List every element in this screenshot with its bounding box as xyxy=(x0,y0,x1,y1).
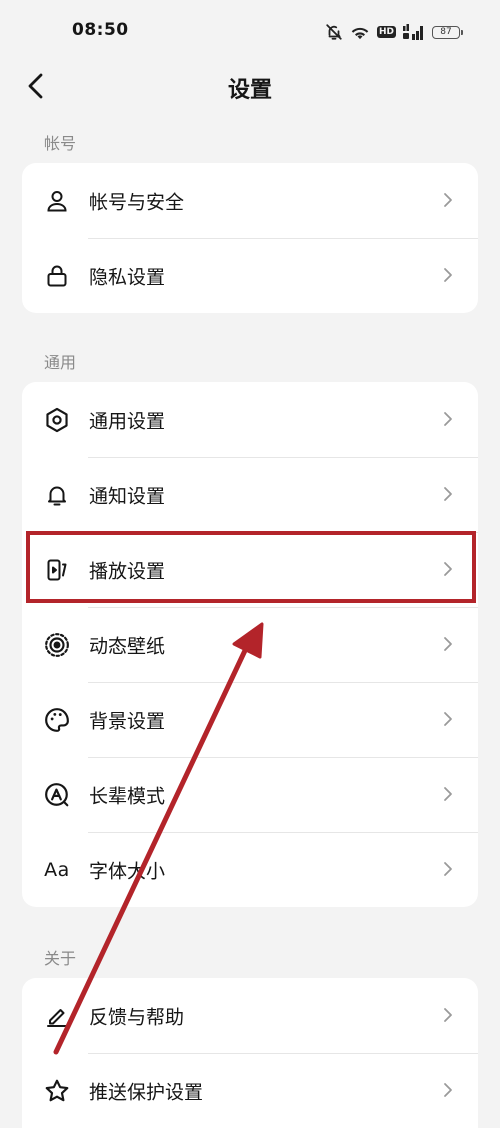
font-size-icon: Aa xyxy=(44,859,70,881)
chevron-right-icon xyxy=(444,1083,452,1097)
chevron-right-icon xyxy=(444,487,452,501)
settings-row-general[interactable]: 通用设置 xyxy=(22,382,478,457)
chevron-right-icon xyxy=(444,787,452,801)
row-label: 长辈模式 xyxy=(89,785,166,807)
nav-bar: 设置 xyxy=(0,62,500,114)
row-label: 通用设置 xyxy=(89,410,166,432)
chevron-right-icon xyxy=(444,637,452,651)
status-time: 08:50 xyxy=(72,20,129,40)
row-label: 背景设置 xyxy=(89,710,166,732)
back-button[interactable] xyxy=(18,70,54,106)
live-wallpaper-icon xyxy=(44,632,70,658)
chevron-right-icon xyxy=(444,562,452,576)
star-icon xyxy=(44,1078,70,1104)
battery-icon: 87 xyxy=(432,25,464,39)
settings-row-push-protection[interactable]: 推送保护设置 xyxy=(22,1053,478,1128)
settings-row-elder-mode[interactable]: 长辈模式 xyxy=(22,757,478,832)
status-bar: 08:50 HD 87 xyxy=(0,0,500,62)
row-label: 字体大小 xyxy=(89,860,166,882)
section-label-about: 关于 xyxy=(44,949,77,968)
chevron-right-icon xyxy=(444,193,452,207)
chevron-right-icon xyxy=(444,412,452,426)
row-label: 反馈与帮助 xyxy=(89,1006,185,1028)
chevron-right-icon xyxy=(444,268,452,282)
settings-row-background[interactable]: 背景设置 xyxy=(22,682,478,757)
settings-row-playback[interactable]: 播放设置 xyxy=(22,532,478,607)
page-title: 设置 xyxy=(227,78,272,103)
settings-row-feedback[interactable]: 反馈与帮助 xyxy=(22,978,478,1053)
mute-bell-icon xyxy=(325,23,343,41)
status-icons: HD 87 xyxy=(325,20,464,44)
row-label: 推送保护设置 xyxy=(89,1081,204,1103)
row-label: 通知设置 xyxy=(89,485,166,507)
bell-icon xyxy=(44,482,70,508)
chevron-left-icon xyxy=(25,72,47,104)
user-icon xyxy=(44,188,70,214)
row-label: 隐私设置 xyxy=(89,266,166,288)
settings-row-privacy[interactable]: 隐私设置 xyxy=(22,238,478,313)
settings-row-notification[interactable]: 通知设置 xyxy=(22,457,478,532)
section-label-general: 通用 xyxy=(44,353,77,372)
chevron-right-icon xyxy=(444,862,452,876)
gear-icon xyxy=(44,407,70,433)
row-label: 帐号与安全 xyxy=(89,191,185,213)
general-card: 通用设置 通知设置 播放设置 动态壁纸 背景设置 长辈模式 Aa 字体大小 xyxy=(22,382,478,907)
chevron-right-icon xyxy=(444,712,452,726)
chevron-right-icon xyxy=(444,1008,452,1022)
row-label: 播放设置 xyxy=(89,560,166,582)
row-label: 动态壁纸 xyxy=(89,635,166,657)
settings-row-live-wallpaper[interactable]: 动态壁纸 xyxy=(22,607,478,682)
settings-row-font-size[interactable]: Aa 字体大小 xyxy=(22,832,478,907)
pencil-icon xyxy=(44,1003,70,1029)
hd-icon: HD xyxy=(377,26,397,38)
lock-icon xyxy=(44,263,70,289)
settings-row-account-security[interactable]: 帐号与安全 xyxy=(22,163,478,238)
cellular-signal-icon xyxy=(403,24,425,40)
palette-icon xyxy=(44,707,70,733)
account-card: 帐号与安全 隐私设置 xyxy=(22,163,478,313)
about-card: 反馈与帮助 推送保护设置 xyxy=(22,978,478,1128)
section-label-account: 帐号 xyxy=(44,134,77,153)
playback-icon xyxy=(44,557,70,583)
elder-mode-icon xyxy=(44,782,70,808)
wifi-icon xyxy=(350,23,370,41)
